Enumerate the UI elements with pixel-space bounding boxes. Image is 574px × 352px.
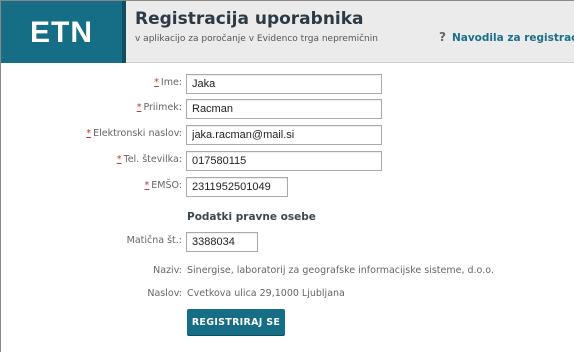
email-label: * Elektronski naslov: xyxy=(86,128,182,139)
emso-label: * EMŠO: xyxy=(144,180,183,191)
question-icon: ? xyxy=(439,30,446,44)
company-name-value: Sinergise, laboratorij za geografske inf… xyxy=(187,265,494,276)
field-row-email: * Elektronski naslov: xyxy=(0,125,574,145)
etn-logo: ETN xyxy=(1,1,122,63)
required-marker: * xyxy=(144,180,150,191)
page-header: ETN Registracija uporabnika v aplikacijo… xyxy=(1,1,574,63)
email-field[interactable] xyxy=(186,125,382,145)
info-row-company-name: Naziv: Sinergise, laboratorij za geograf… xyxy=(0,262,574,282)
register-button[interactable]: REGISTRIRAJ SE xyxy=(187,309,285,335)
last-name-label: * Priimek: xyxy=(136,102,182,113)
required-marker: * xyxy=(136,102,142,113)
field-row-first-name: * Ime: xyxy=(0,74,574,94)
logo-shade xyxy=(122,1,126,63)
help-link[interactable]: ? Navodila za registracijo xyxy=(439,30,574,44)
company-name-label: Naziv: xyxy=(153,265,182,276)
registration-number-label: Matična št.: xyxy=(126,235,182,246)
info-row-address: Naslov: Cvetkova ulica 29,1000 Ljubljana xyxy=(0,285,574,305)
field-row-emso: * EMŠO: xyxy=(0,177,574,197)
emso-field[interactable] xyxy=(186,177,288,197)
required-marker: * xyxy=(86,128,92,139)
required-marker: * xyxy=(116,154,122,165)
first-name-field[interactable] xyxy=(186,74,382,94)
page-title: Registracija uporabnika xyxy=(135,9,364,29)
field-row-phone: * Tel. številka: xyxy=(0,151,574,171)
phone-field[interactable] xyxy=(186,151,382,171)
page-subtitle: v aplikacijo za poročanje v Evidenco trg… xyxy=(135,34,378,44)
address-value: Cvetkova ulica 29,1000 Ljubljana xyxy=(187,288,345,299)
field-row-last-name: * Priimek: xyxy=(0,99,574,119)
phone-label: * Tel. številka: xyxy=(116,154,182,165)
last-name-field[interactable] xyxy=(186,99,382,119)
required-marker: * xyxy=(154,77,159,88)
first-name-label: * Ime: xyxy=(154,77,182,88)
legal-entity-section-title: Podatki pravne osebe xyxy=(187,211,316,223)
help-link-label: Navodila za registracijo xyxy=(451,32,574,44)
field-row-registration-number: Matična št.: xyxy=(0,232,574,252)
address-label: Naslov: xyxy=(147,288,182,299)
registration-number-field[interactable] xyxy=(186,232,258,252)
